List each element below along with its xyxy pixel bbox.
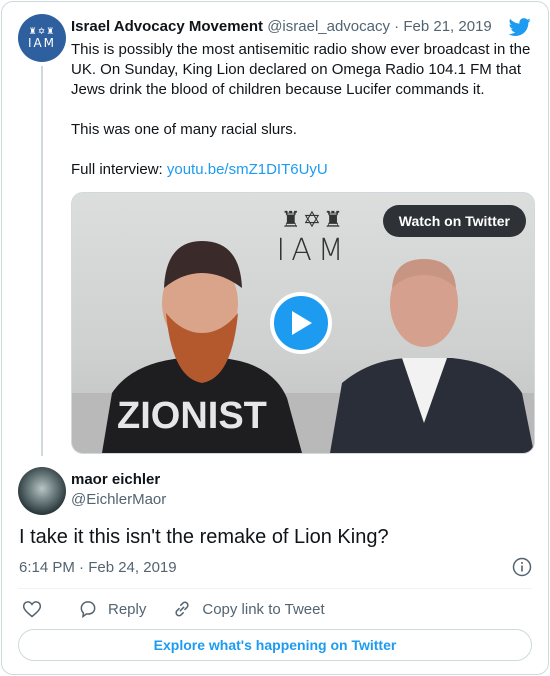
- divider: [18, 588, 532, 589]
- thread-connector-line: [41, 66, 43, 456]
- iam-lions-mark: ♜✡♜: [28, 26, 56, 36]
- iam-logo: ♜✡♜ IAM: [268, 207, 358, 268]
- link-icon: [175, 601, 189, 617]
- watch-on-twitter-button[interactable]: Watch on Twitter: [382, 205, 526, 237]
- heart-icon: [22, 601, 42, 618]
- tweet-paragraph-2: This was one of many racial slurs.: [71, 121, 297, 138]
- embedded-tweet-card: ♜✡♜ IAM Israel Advocacy Movement @israel…: [1, 1, 549, 675]
- reply-timestamp[interactable]: 6:14 PM · Feb 24, 2019: [19, 559, 177, 576]
- author-handle[interactable]: @israel_advocacy: [267, 18, 390, 35]
- reply-author-avatar[interactable]: [18, 467, 66, 515]
- copy-link-button[interactable]: Copy link to Tweet: [172, 599, 325, 619]
- shirt-text: ZIONIST: [117, 395, 267, 437]
- reply-label: Reply: [108, 600, 147, 618]
- reply-author-name[interactable]: maor eichler: [71, 471, 160, 488]
- comment-icon: [80, 601, 96, 619]
- tweet-paragraph-1: This is possibly the most antisemitic ra…: [71, 41, 531, 98]
- tweet-paragraph-3: Full interview: youtu.be/smZ1DIT6UyU: [71, 160, 537, 180]
- interview-prefix: Full interview:: [71, 161, 167, 178]
- video-player[interactable]: ZIONIST ♜✡♜ IAM Watch on Twitter: [71, 192, 535, 454]
- reply-author-handle[interactable]: @EichlerMaor: [71, 491, 166, 508]
- reply-text: I take it this isn't the remake of Lion …: [19, 526, 389, 548]
- author-avatar[interactable]: ♜✡♜ IAM: [18, 14, 66, 62]
- iam-logo-text: IAM: [276, 233, 350, 268]
- tweet-body: This is possibly the most antisemitic ra…: [71, 40, 537, 180]
- header-separator: ·: [390, 18, 404, 35]
- twitter-bird-icon[interactable]: [508, 16, 532, 38]
- lions-star-emblem: ♜✡♜: [281, 207, 345, 232]
- interview-link[interactable]: youtu.be/smZ1DIT6UyU: [167, 161, 328, 178]
- play-button[interactable]: [270, 292, 332, 354]
- action-bar: Reply Copy link to Tweet: [22, 599, 351, 619]
- reply-button[interactable]: Reply: [78, 599, 146, 619]
- explore-twitter-button[interactable]: Explore what's happening on Twitter: [18, 629, 532, 661]
- tweet-date[interactable]: Feb 21, 2019: [403, 18, 491, 35]
- avatar-text: IAM: [27, 36, 57, 50]
- copy-link-label: Copy link to Tweet: [202, 600, 325, 618]
- play-icon: [292, 311, 312, 335]
- tweet-header: Israel Advocacy Movement @israel_advocac…: [71, 18, 492, 35]
- author-name[interactable]: Israel Advocacy Movement: [71, 18, 263, 35]
- like-button[interactable]: [22, 599, 52, 619]
- info-icon[interactable]: [512, 557, 532, 577]
